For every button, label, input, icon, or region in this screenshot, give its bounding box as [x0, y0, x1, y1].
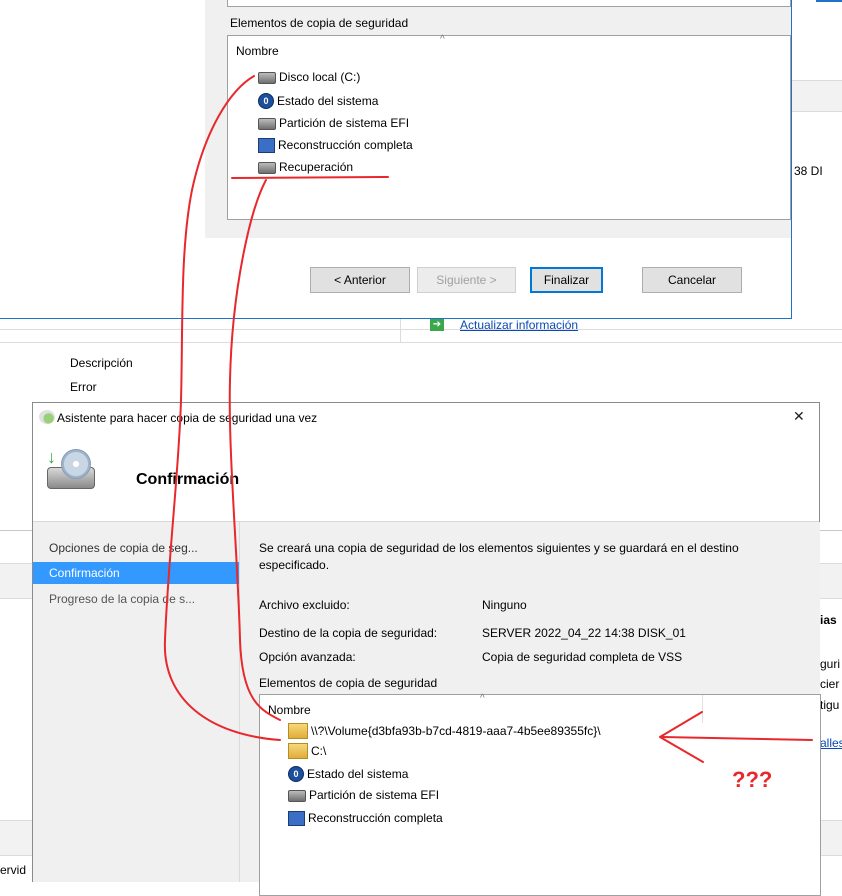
- disk-icon: [258, 118, 276, 130]
- sort-caret-icon: ^: [440, 34, 445, 45]
- top-wizard-field-bottom: [227, 0, 791, 7]
- background-divider: [0, 329, 842, 330]
- list-item-label: Reconstrucción completa: [278, 138, 413, 152]
- column-divider: [702, 695, 703, 723]
- background-vline: [400, 318, 401, 342]
- list-item-label: C:\: [311, 744, 327, 758]
- list-item[interactable]: \\?\Volume{d3bfa93b-b7cd-4819-aaa7-4b5ee…: [288, 721, 601, 741]
- list-item-label: Disco local (C:): [279, 70, 361, 84]
- list-item-label: Partición de sistema EFI: [309, 788, 440, 802]
- list-item[interactable]: Recuperación: [258, 157, 353, 177]
- right-edge-link-snippet[interactable]: alles: [820, 736, 842, 750]
- list-item[interactable]: Partición de sistema EFI: [288, 785, 439, 805]
- list-item[interactable]: 0 Estado del sistema: [258, 91, 378, 111]
- backup-app-icon: [39, 410, 55, 424]
- close-icon[interactable]: ✕: [793, 408, 805, 425]
- background-line: [0, 530, 32, 531]
- bare-metal-icon: [288, 810, 305, 826]
- update-icon: ➔: [430, 319, 444, 331]
- list-item-label: \\?\Volume{d3bfa93b-b7cd-4819-aaa7-4b5ee…: [311, 724, 601, 738]
- field-value-advanced: Copia de seguridad completa de VSS: [482, 650, 683, 664]
- description-label: Descripción: [70, 356, 133, 370]
- wizard-header: ↓ Confirmación: [33, 433, 819, 522]
- finish-button[interactable]: Finalizar: [530, 267, 603, 293]
- list-item-label: Recuperación: [279, 160, 354, 174]
- upper-window-border: [0, 318, 205, 319]
- sort-caret-icon: ^: [480, 693, 485, 704]
- background-divider-2: [0, 342, 842, 343]
- cancel-button[interactable]: Cancelar: [642, 267, 742, 293]
- list-item[interactable]: Disco local (C:): [258, 67, 360, 87]
- backup-items-listbox[interactable]: ^ Nombre \\?\Volume{d3bfa93b-b7cd-4819-a…: [259, 693, 821, 896]
- upper-window-border-right: [816, 0, 842, 2]
- disk-icon: [288, 790, 306, 802]
- nav-step-backup-progress[interactable]: Progreso de la copia de s...: [33, 588, 239, 610]
- disk-icon: [258, 162, 276, 174]
- intro-text: Se creará una copia de seguridad de los …: [259, 541, 739, 572]
- bare-metal-icon: [258, 137, 275, 153]
- right-edge-snippet-3: cier: [820, 677, 840, 691]
- top-items-label: Elementos de copia de seguridad: [230, 16, 409, 30]
- title-bar: Asistente para hacer copia de seguridad …: [33, 403, 819, 433]
- window-title: Asistente para hacer copia de seguridad …: [57, 411, 318, 425]
- disk-icon: [258, 72, 276, 84]
- bottom-left-snippet: ervid: [0, 863, 27, 877]
- list-item[interactable]: C:\: [288, 741, 326, 761]
- field-value-destination: SERVER 2022_04_22 14:38 DISK_01: [482, 626, 686, 640]
- list-item-label: Partición de sistema EFI: [279, 116, 410, 130]
- background-line-right: [818, 530, 842, 531]
- list-item[interactable]: Reconstrucción completa: [288, 808, 443, 828]
- field-label-excluded: Archivo excluido:: [259, 598, 350, 612]
- right-edge-snippet-4: tigu: [820, 698, 840, 712]
- background-right-text: 38 DI: [794, 164, 823, 178]
- background-band-left-2: [0, 820, 32, 856]
- next-button[interactable]: Siguiente >: [417, 267, 516, 293]
- background-band-right-2: [818, 820, 842, 856]
- list-item[interactable]: 0 Estado del sistema: [288, 764, 408, 784]
- folder-icon: [288, 743, 308, 759]
- background-band-left: [0, 563, 32, 599]
- field-label-destination: Destino de la copia de seguridad:: [259, 626, 438, 640]
- list-item[interactable]: Partición de sistema EFI: [258, 113, 409, 133]
- back-button[interactable]: < Anterior: [310, 267, 410, 293]
- right-edge-snippet-1: ias: [820, 613, 837, 627]
- field-label-advanced: Opción avanzada:: [259, 650, 356, 664]
- top-column-header-name[interactable]: Nombre: [236, 44, 279, 58]
- wizard-steps-nav: Opciones de copia de seg... Confirmación…: [33, 522, 239, 882]
- system-state-icon: 0: [258, 93, 274, 109]
- list-item-label: Reconstrucción completa: [308, 811, 443, 825]
- folder-icon: [288, 723, 308, 739]
- nav-step-backup-options[interactable]: Opciones de copia de seg...: [33, 537, 239, 559]
- background-band-right: [818, 563, 842, 599]
- system-state-icon: 0: [288, 766, 304, 782]
- background-row-strip: [791, 80, 842, 112]
- list-item[interactable]: Reconstrucción completa: [258, 135, 413, 155]
- confirmation-pane: Se creará una copia de seguridad de los …: [239, 522, 821, 896]
- list-item-label: Estado del sistema: [307, 767, 409, 781]
- top-wizard-window: Elementos de copia de seguridad ^ Nombre…: [205, 0, 792, 319]
- backup-wizard-icon: ↓: [43, 447, 99, 503]
- error-label: Error: [70, 380, 97, 394]
- field-value-excluded: Ninguno: [482, 598, 527, 612]
- top-items-listbox[interactable]: ^ Nombre Disco local (C:) 0 Estado del s…: [227, 34, 791, 220]
- update-info-link[interactable]: Actualizar información: [460, 318, 578, 332]
- backup-once-wizard-dialog: Asistente para hacer copia de seguridad …: [32, 402, 821, 896]
- nav-step-confirmation[interactable]: Confirmación: [33, 562, 239, 584]
- page-title: Confirmación: [136, 471, 240, 488]
- right-edge-snippet-2: guri: [820, 657, 841, 671]
- column-header-name[interactable]: Nombre: [268, 703, 311, 717]
- list-item-label: Estado del sistema: [277, 94, 379, 108]
- items-label: Elementos de copia de seguridad: [259, 676, 438, 690]
